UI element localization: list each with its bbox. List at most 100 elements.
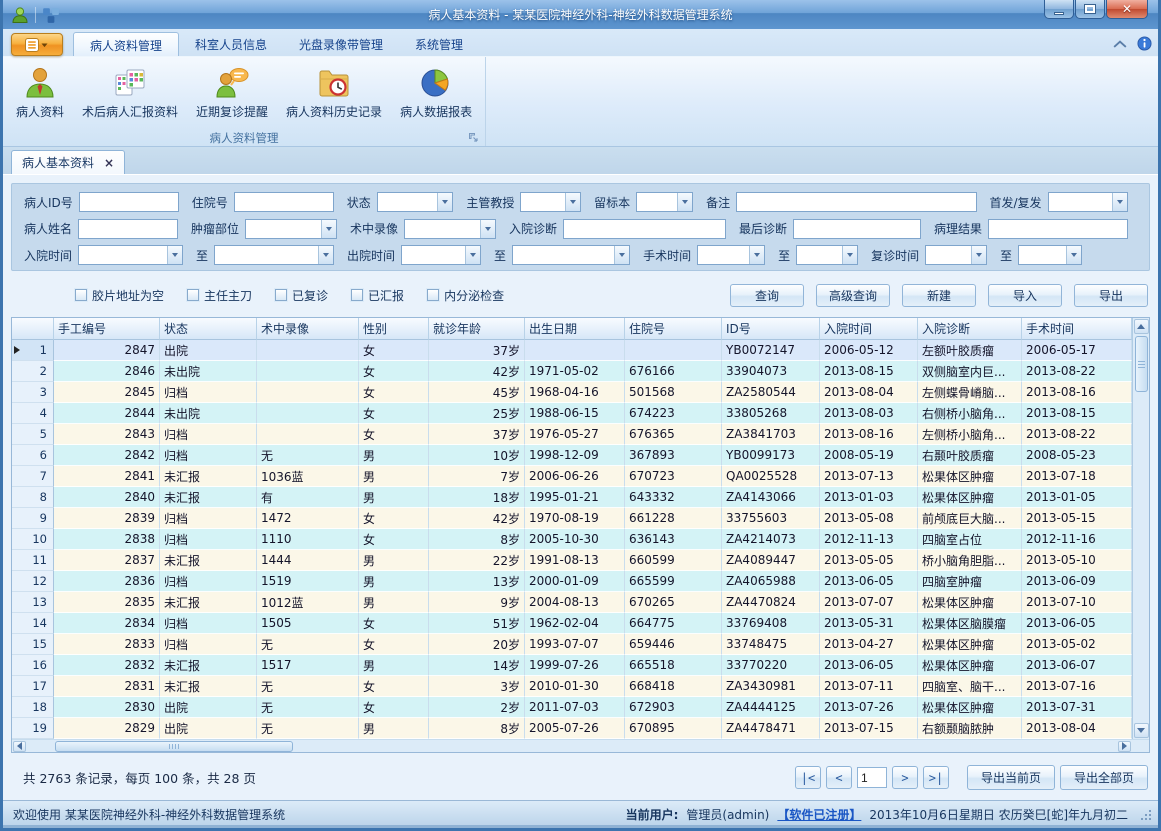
checkbox-1[interactable]: 胶片地址为空: [75, 287, 164, 304]
table-row[interactable]: 192829出院无男8岁2005-07-26670895ZA4478471201…: [12, 718, 1132, 739]
filter-input[interactable]: [736, 192, 976, 212]
table-row[interactable]: 62842归档无男10岁1998-12-09367893YB0099173200…: [12, 445, 1132, 466]
column-header-9[interactable]: 入院时间: [820, 318, 918, 340]
software-registered-link[interactable]: 【软件已注册】: [777, 806, 861, 823]
checkbox-box-icon[interactable]: [187, 289, 199, 301]
table-row[interactable]: 162832未汇报1517男14岁1999-07-266655183377022…: [12, 655, 1132, 676]
ribbon-button-3[interactable]: 近期复诊提醒: [189, 63, 275, 122]
action-button-1[interactable]: 查询: [730, 284, 804, 307]
filter-combo[interactable]: [245, 219, 337, 239]
chevron-down-icon[interactable]: [749, 246, 764, 264]
chevron-down-icon[interactable]: [465, 246, 480, 264]
filter-combo[interactable]: [404, 219, 496, 239]
table-row[interactable]: 82840未汇报有男18岁1995-01-21643332ZA414306620…: [12, 487, 1132, 508]
column-header-10[interactable]: 入院诊断: [918, 318, 1022, 340]
filter-combo[interactable]: [377, 192, 454, 212]
ribbon-tab-3[interactable]: 光盘录像带管理: [283, 32, 399, 56]
chevron-down-icon[interactable]: [480, 220, 495, 238]
table-row[interactable]: 42844未出院女25岁1988-06-15674223338052682013…: [12, 403, 1132, 424]
quick-access-icon[interactable]: [42, 6, 60, 24]
table-row[interactable]: 172831未汇报无女3岁2010-01-30668418ZA343098120…: [12, 676, 1132, 697]
chevron-down-icon[interactable]: [167, 246, 182, 264]
filter-input[interactable]: [234, 192, 334, 212]
document-tab-patient-basic-info[interactable]: 病人基本资料 ×: [11, 150, 125, 174]
row-header[interactable]: 1: [12, 340, 54, 361]
scroll-right-icon[interactable]: [1118, 741, 1131, 752]
ribbon-tab-2[interactable]: 科室人员信息: [179, 32, 283, 56]
filter-combo[interactable]: [697, 245, 765, 265]
row-header[interactable]: 7: [12, 466, 54, 487]
chevron-down-icon[interactable]: [677, 193, 692, 211]
chevron-down-icon[interactable]: [1112, 193, 1127, 211]
maximize-button[interactable]: [1075, 0, 1105, 19]
column-header-5[interactable]: 就诊年龄: [429, 318, 525, 340]
tab-close-icon[interactable]: ×: [104, 156, 114, 170]
table-row[interactable]: 112837未汇报1444男22岁1991-08-13660599ZA40894…: [12, 550, 1132, 571]
table-row[interactable]: 132835未汇报1012蓝男9岁2004-08-13670265ZA44708…: [12, 592, 1132, 613]
filter-combo[interactable]: [512, 245, 630, 265]
column-header-3[interactable]: 术中录像: [257, 318, 359, 340]
chevron-down-icon[interactable]: [437, 193, 452, 211]
row-header[interactable]: 16: [12, 655, 54, 676]
filter-combo[interactable]: [925, 245, 987, 265]
row-header[interactable]: 5: [12, 424, 54, 445]
dialog-launcher-icon[interactable]: [468, 132, 479, 143]
page-number-input[interactable]: [857, 767, 887, 788]
table-row[interactable]: 92839归档1472女42岁1970-08-19661228337556032…: [12, 508, 1132, 529]
row-header[interactable]: 13: [12, 592, 54, 613]
column-header-6[interactable]: 出生日期: [525, 318, 625, 340]
table-row[interactable]: 72841未汇报1036蓝男7岁2006-06-26670723QA002552…: [12, 466, 1132, 487]
row-header[interactable]: 8: [12, 487, 54, 508]
filter-combo[interactable]: [401, 245, 481, 265]
scroll-down-icon[interactable]: [1134, 723, 1149, 738]
minimize-button[interactable]: [1044, 0, 1074, 19]
column-header-11[interactable]: 手术时间: [1022, 318, 1132, 340]
checkbox-5[interactable]: 内分泌检查: [427, 287, 504, 304]
checkbox-4[interactable]: 已汇报: [351, 287, 404, 304]
horizontal-scrollbar[interactable]: [12, 739, 1149, 752]
row-header[interactable]: 10: [12, 529, 54, 550]
next-page-button[interactable]: >: [892, 766, 918, 789]
ribbon-button-2[interactable]: 术后病人汇报资料: [75, 63, 185, 122]
table-row[interactable]: 22846未出院女42岁1971-05-02676166339040732013…: [12, 361, 1132, 382]
scroll-up-icon[interactable]: [1134, 319, 1149, 334]
filter-combo[interactable]: [636, 192, 693, 212]
row-header[interactable]: 12: [12, 571, 54, 592]
column-header-8[interactable]: ID号: [722, 318, 820, 340]
action-button-3[interactable]: 新建: [902, 284, 976, 307]
filter-input[interactable]: [793, 219, 921, 239]
horizontal-scroll-thumb[interactable]: [55, 741, 293, 752]
filter-input[interactable]: [79, 192, 179, 212]
filter-combo[interactable]: [796, 245, 858, 265]
checkbox-box-icon[interactable]: [351, 289, 363, 301]
chevron-down-icon[interactable]: [321, 220, 336, 238]
first-page-button[interactable]: |<: [795, 766, 821, 789]
export-current-page-button[interactable]: 导出当前页: [967, 765, 1055, 790]
filter-input[interactable]: [78, 219, 178, 239]
vertical-scroll-thumb[interactable]: [1135, 336, 1148, 392]
filter-input[interactable]: [563, 219, 726, 239]
table-row[interactable]: 102838归档1110女8岁2005-10-30636143ZA4214073…: [12, 529, 1132, 550]
ribbon-button-1[interactable]: 病人资料: [9, 63, 71, 122]
filter-input[interactable]: [988, 219, 1128, 239]
column-header-1[interactable]: 手工编号: [54, 318, 160, 340]
checkbox-2[interactable]: 主任主刀: [187, 287, 252, 304]
table-row[interactable]: 142834归档1505女51岁1962-02-0466477533769408…: [12, 613, 1132, 634]
action-button-4[interactable]: 导入: [988, 284, 1062, 307]
filter-combo[interactable]: [1018, 245, 1082, 265]
app-menu-button[interactable]: [11, 33, 63, 56]
ribbon-tab-4[interactable]: 系统管理: [399, 32, 479, 56]
chevron-down-icon[interactable]: [1066, 246, 1081, 264]
action-button-5[interactable]: 导出: [1074, 284, 1148, 307]
close-button[interactable]: ✕: [1106, 0, 1148, 19]
filter-combo[interactable]: [520, 192, 581, 212]
info-icon[interactable]: [1137, 36, 1152, 51]
ribbon-button-4[interactable]: 病人资料历史记录: [279, 63, 389, 122]
row-header[interactable]: 4: [12, 403, 54, 424]
export-all-pages-button[interactable]: 导出全部页: [1060, 765, 1148, 790]
row-header[interactable]: 11: [12, 550, 54, 571]
chevron-down-icon[interactable]: [318, 246, 333, 264]
filter-combo[interactable]: [1048, 192, 1128, 212]
row-header[interactable]: 15: [12, 634, 54, 655]
ribbon-collapse-icon[interactable]: [1113, 39, 1127, 49]
